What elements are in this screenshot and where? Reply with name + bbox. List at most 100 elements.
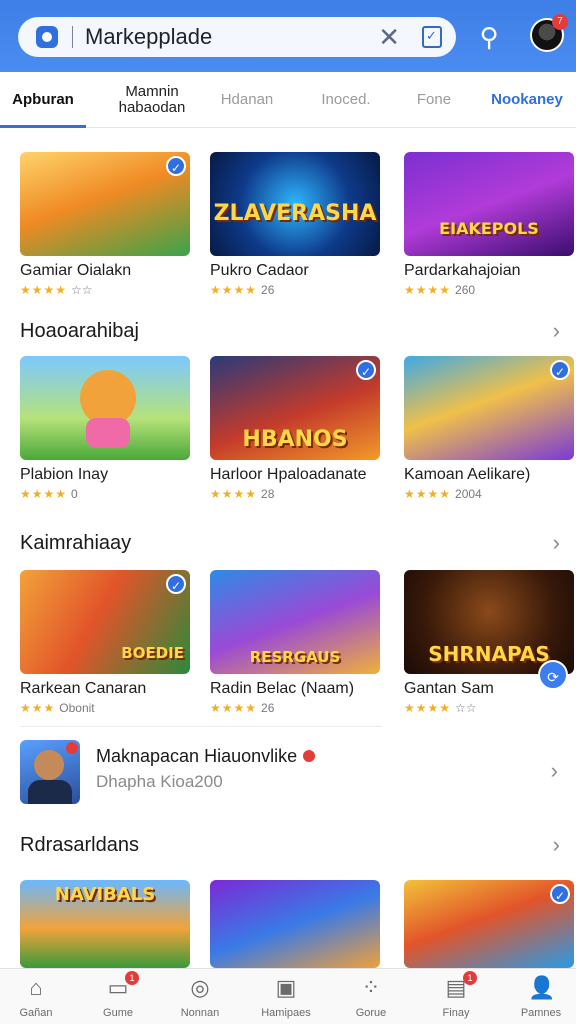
- game-thumbnail: ZLAVERASHA: [210, 152, 380, 256]
- game-card[interactable]: ✓ HBANOS Harloor Hpaloadanate ★★★★ 28: [210, 356, 380, 501]
- game-art-title: ZLAVERASHA: [213, 201, 377, 226]
- search-divider: [72, 26, 73, 48]
- tab-mamnin[interactable]: Mamnin habaodan: [102, 72, 202, 128]
- game-rating: ★★★★ ☆☆: [404, 701, 477, 715]
- tab-nookaney[interactable]: Nookaney: [484, 72, 570, 128]
- check-icon: ✓: [356, 360, 376, 380]
- refresh-icon[interactable]: ⟳: [538, 660, 568, 690]
- section-title: Rdrasarldans: [20, 833, 139, 856]
- game-card[interactable]: RESRGAUS Radin Belac (Naam) ★★★★ 26: [210, 570, 380, 715]
- game-card[interactable]: ✓ Gamiar Oialakn ★★★★ ☆☆: [20, 152, 190, 297]
- game-card[interactable]: ✓ BOEDIE Rarkean Canaran ★★★ Obonit: [20, 570, 190, 715]
- calendar-check-icon[interactable]: [422, 26, 442, 48]
- game-title: Kamoan Aelikare): [404, 466, 531, 483]
- character-shirt: [86, 418, 130, 448]
- chevron-right-icon[interactable]: ›: [551, 758, 558, 784]
- section-header[interactable]: Hoaoarahibaj ›: [20, 316, 560, 346]
- game-thumbnail: [20, 356, 190, 460]
- game-rating: ★★★★ 28: [210, 487, 275, 501]
- nav-item-wallet[interactable]: ▤ 1 Finay: [415, 971, 497, 1025]
- game-thumbnail: ✓: [20, 152, 190, 256]
- nav-item-profile[interactable]: 👤 Pamnes: [500, 975, 576, 1025]
- promo-item[interactable]: Maknapacan Hiauonvlike Dhapha Kioa200 ›: [20, 740, 566, 804]
- home-icon: ⌂: [29, 975, 43, 1000]
- section-header[interactable]: Rdrasarldans ›: [20, 830, 560, 860]
- game-thumbnail: [210, 880, 380, 968]
- check-icon: ✓: [166, 156, 186, 176]
- wallet-icon: ▤ 1: [443, 971, 477, 1001]
- promo-title: Maknapacan Hiauonvlike: [96, 746, 316, 767]
- nav-item-inbox[interactable]: ▭ 1 Gume: [77, 971, 159, 1025]
- game-art-title: BOEDIE: [121, 644, 184, 662]
- search-input[interactable]: Markepplade: [85, 24, 378, 50]
- game-thumbnail: ✓ HBANOS: [210, 356, 380, 460]
- divider: [20, 726, 382, 727]
- promo-subtitle: Dhapha Kioa200: [96, 772, 223, 791]
- promo-badge: [66, 742, 78, 754]
- section-title: Hoaoarahibaj: [20, 319, 139, 342]
- game-rating: ★★★★ 260: [404, 283, 476, 297]
- promo-avatar: [20, 740, 80, 804]
- hot-badge-icon: [303, 750, 316, 762]
- tab-inoced[interactable]: Inoced.: [304, 72, 388, 128]
- nav-item-home[interactable]: ⌂ Gañan: [0, 975, 77, 1025]
- game-thumbnail: NAVIBALS: [20, 880, 190, 968]
- tab-apburan[interactable]: Apburan: [0, 72, 86, 128]
- chat-icon: ◎: [190, 975, 210, 1000]
- game-art-title: EIAKEPOLS: [439, 219, 539, 238]
- game-thumbnail: EIAKEPOLS: [404, 152, 574, 256]
- game-art-title: HBANOS: [242, 427, 348, 452]
- game-thumbnail: RESRGAUS: [210, 570, 380, 674]
- game-card[interactable]: ZLAVERASHA Pukro Cadaor ★★★★ 26: [210, 152, 380, 297]
- game-card[interactable]: ✓: [404, 880, 574, 968]
- game-rating: ★★★ Obonit: [20, 701, 95, 715]
- game-title: Radin Belac (Naam): [210, 680, 355, 697]
- check-icon: ✓: [550, 360, 570, 380]
- game-rating: ★★★★ ☆☆: [20, 283, 93, 297]
- top-bar: Markepplade ✕ ⚲ 7: [0, 0, 576, 72]
- section-title: Kaimrahiaay: [20, 531, 132, 554]
- nav-item-grid[interactable]: ⁘ Gorue: [330, 975, 412, 1025]
- game-rating: ★★★★ 2004: [404, 487, 482, 501]
- close-icon[interactable]: ✕: [378, 22, 400, 53]
- section-header[interactable]: Kaimrahiaay ›: [20, 528, 560, 558]
- game-card[interactable]: Plabion Inay ★★★★ 0: [20, 356, 190, 501]
- game-rating: ★★★★ 26: [210, 283, 275, 297]
- game-card[interactable]: NAVIBALS: [20, 880, 190, 968]
- bell-icon[interactable]: ⚲: [472, 20, 506, 54]
- game-art-title: SHRNAPAS: [428, 642, 550, 666]
- game-thumbnail: ✓ BOEDIE: [20, 570, 190, 674]
- game-title: Rarkean Canaran: [20, 680, 147, 697]
- inbox-icon: ▭ 1: [105, 971, 139, 1001]
- game-card[interactable]: ✓ Kamoan Aelikare) ★★★★ 2004: [404, 356, 574, 501]
- game-thumbnail: SHRNAPAS: [404, 570, 574, 674]
- bottom-nav: ⌂ Gañan ▭ 1 Gume ◎ Nonnan ▣ Hamipaes ⁘ Go…: [0, 968, 576, 1024]
- nav-item-games[interactable]: ▣ Hamipaes: [245, 975, 327, 1025]
- category-tabs: Apburan Mamnin habaodan Hdanan Inoced. F…: [0, 72, 576, 128]
- game-rating: ★★★★ 26: [210, 701, 275, 715]
- game-card[interactable]: SHRNAPAS Gantan Sam ★★★★ ☆☆: [404, 570, 574, 715]
- game-title: Pardarkahajoian: [404, 262, 521, 279]
- chevron-right-icon[interactable]: ›: [553, 530, 560, 556]
- game-title: Harloor Hpaloadanate: [210, 466, 367, 483]
- game-art-title: RESRGAUS: [249, 648, 341, 666]
- tab-hdanan[interactable]: Hdanan: [206, 72, 288, 128]
- game-card[interactable]: [210, 880, 380, 968]
- game-card[interactable]: EIAKEPOLS Pardarkahajoian ★★★★ 260: [404, 152, 574, 297]
- nav-item-chat[interactable]: ◎ Nonnan: [159, 975, 241, 1025]
- grid-icon: ⁘: [361, 975, 381, 1000]
- chevron-right-icon[interactable]: ›: [553, 832, 560, 858]
- chevron-right-icon[interactable]: ›: [553, 318, 560, 344]
- game-title: Pukro Cadaor: [210, 262, 309, 279]
- avatar-badge: 7: [552, 14, 568, 30]
- game-thumbnail: ✓: [404, 356, 574, 460]
- game-title: Gamiar Oialakn: [20, 262, 132, 279]
- gamepad-icon: ▣: [275, 975, 297, 1000]
- tab-fone[interactable]: Fone: [396, 72, 472, 128]
- game-rating: ★★★★ 0: [20, 487, 78, 501]
- game-thumbnail: ✓: [404, 880, 574, 968]
- search-bar[interactable]: Markepplade ✕: [18, 17, 456, 57]
- game-title: Plabion Inay: [20, 466, 109, 483]
- check-icon: ✓: [550, 884, 570, 904]
- avatar[interactable]: 7: [530, 14, 568, 52]
